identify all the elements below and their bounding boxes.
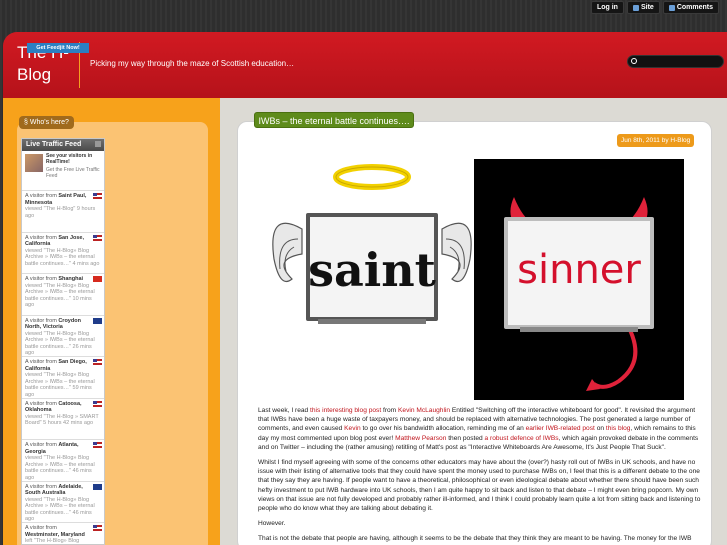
flag-icon — [93, 317, 102, 324]
blog-tagline: Picking my way through the maze of Scott… — [90, 59, 295, 68]
visit-prefix: A visitor from — [25, 193, 57, 199]
visit-time: 5 hours 42 mins ago — [43, 420, 94, 426]
visit-location: A visitor from Saint Paul, Minnesota — [25, 193, 102, 206]
visit-location: A visitor from Westminster, Maryland — [25, 525, 102, 538]
promo-title: See your visitors in RealTime! — [46, 153, 93, 165]
visit-page: viewed "The H-Blog» Blog Archive » IWBs … — [25, 497, 102, 523]
post-date-badge: Jun 8th, 2011 by H-Blog — [617, 134, 695, 147]
visit-list: A visitor from Saint Paul, Minnesota view… — [22, 191, 104, 544]
post-paragraph-2: Whilst I find myself agreeing with some … — [258, 459, 701, 513]
visit-prefix: A visitor from — [25, 359, 57, 365]
visit-list-item[interactable]: A visitor from Saint Paul, Minnesota view… — [22, 191, 104, 233]
flag-icon — [93, 525, 102, 531]
flag-icon — [93, 359, 102, 365]
visit-place: Westminster, Maryland — [25, 531, 85, 538]
sinner-whiteboard-image: sinner — [474, 159, 684, 400]
comments-icon — [668, 4, 675, 11]
visit-prefix: A visitor from — [25, 483, 57, 490]
post-title[interactable]: IWBs – the eternal battle continues…. — [254, 112, 414, 128]
visit-location: A visitor from San Jose, California — [25, 235, 102, 248]
feed-title: Live Traffic Feed — [26, 141, 82, 148]
feed-close-icon[interactable] — [95, 141, 101, 147]
link-robust-defence[interactable]: a robust defence of IWBs — [485, 435, 559, 442]
visit-list-item[interactable]: A visitor from Westminster, Maryland left… — [22, 523, 104, 544]
visit-page: viewed "The H-Blog" 9 hours ago — [25, 206, 102, 219]
visit-page: left "The H-Blog» Blog — [25, 538, 102, 544]
post-paragraph-3: However. — [258, 520, 286, 528]
comments-label: Comments — [676, 4, 713, 11]
visit-prefix: A visitor from — [25, 234, 57, 241]
top-links: Log in Site Comments — [590, 1, 719, 14]
visit-prefix: A visitor from — [25, 276, 57, 282]
visit-page: viewed "The H-Blog» Blog Archive » IWBs … — [25, 372, 102, 398]
visit-prefix: A visitor from — [25, 317, 57, 324]
live-traffic-feed: Live Traffic Feed See your visitors in R… — [21, 138, 105, 545]
visit-page: viewed "The H-Blog » SMART Board" 5 hour… — [25, 414, 102, 427]
flag-icon — [93, 442, 102, 448]
whos-here-heading: § Who's here? — [19, 116, 74, 129]
link-kevin[interactable]: Kevin — [344, 425, 361, 432]
visit-page: viewed "The H-Blog» Blog Archive » IWBs … — [25, 331, 102, 357]
visit-location: A visitor from Catoosa, Oklahoma — [25, 401, 102, 414]
visit-prefix: A visitor from — [25, 442, 57, 448]
link-earlier-post[interactable]: earlier IWB-related post — [526, 425, 595, 432]
search-icon — [631, 58, 637, 64]
visit-list-item[interactable]: A visitor from Atlanta, Georgia viewed "T… — [22, 440, 104, 482]
visit-list-item[interactable]: A visitor from San Diego, California view… — [22, 357, 104, 399]
comments-button[interactable]: Comments — [662, 1, 719, 14]
link-interesting-post[interactable]: this interesting blog post — [310, 407, 381, 414]
post-text: on — [594, 425, 606, 433]
promo-subtitle[interactable]: Get the Free Live Traffic Feed — [46, 167, 104, 179]
visit-list-item[interactable]: A visitor from Croydon North, Victoria vi… — [22, 316, 104, 357]
visit-location: A visitor from Croydon North, Victoria — [25, 318, 102, 331]
visit-page: viewed "The H-Blog» Blog Archive » IWBs … — [25, 283, 102, 309]
visit-list-item[interactable]: A visitor from Shanghai viewed "The H-Blo… — [22, 274, 104, 316]
post-text: from — [381, 407, 399, 414]
search-input[interactable] — [627, 55, 724, 68]
post-text: Last week, I read — [258, 407, 311, 414]
site-button[interactable]: Site — [626, 1, 660, 14]
visit-prefix: A visitor from — [25, 400, 57, 407]
visit-list-item[interactable]: A visitor from San Jose, California viewe… — [22, 233, 104, 274]
link-matthew-pearson[interactable]: Matthew Pearson — [395, 435, 446, 442]
get-feedjit-button[interactable]: Get Feedjit Now! — [27, 43, 89, 53]
top-bar: Log in Site Comments — [0, 0, 727, 30]
visit-prefix: A visitor from — [25, 525, 57, 531]
post-paragraph-4: That is not the debate that people are h… — [258, 535, 692, 543]
post-text: then posted — [446, 434, 485, 442]
post-paragraph-1: Last week, I read this interesting blog … — [258, 406, 705, 452]
flag-icon — [93, 483, 102, 490]
site-label: Site — [640, 4, 654, 11]
link-kevin-mclaughlin[interactable]: Kevin McLaughlin — [398, 407, 450, 414]
flag-icon — [93, 276, 102, 282]
flag-icon — [93, 400, 102, 407]
saint-whiteboard-image: saint — [272, 164, 472, 324]
saint-word: saint — [308, 243, 437, 297]
site-icon — [632, 4, 639, 11]
visit-location: A visitor from Adelaide, South Australia — [25, 484, 102, 497]
visit-location: A visitor from San Diego, California — [25, 359, 102, 372]
link-this-blog[interactable]: this blog — [606, 425, 631, 432]
visit-page-text: viewed "The H-Blog" — [25, 206, 76, 212]
visit-place: Shanghai — [58, 276, 84, 282]
site-header: The H-Blog Picking my way through the ma… — [3, 32, 727, 98]
flag-icon — [93, 193, 102, 199]
visit-list-item[interactable]: A visitor from Catoosa, Oklahoma viewed "… — [22, 399, 104, 440]
flag-icon — [93, 234, 102, 241]
visit-page: viewed "The H-Blog» Blog Archive » IWBs … — [25, 455, 102, 481]
post-text: to go over his bandwidth allocation, rem… — [360, 425, 526, 433]
visit-location: A visitor from Atlanta, Georgia — [25, 442, 102, 455]
visit-time: 4 mins ago — [72, 260, 100, 267]
login-button[interactable]: Log in — [590, 1, 624, 14]
sinner-word: sinner — [517, 247, 641, 293]
feed-promo: See your visitors in RealTime! Get the F… — [22, 151, 104, 191]
visit-page-text: left "The H-Blog» Blog — [25, 538, 80, 544]
post-body: Last week, I read this interesting blog … — [258, 406, 705, 545]
feed-header: Live Traffic Feed — [22, 139, 104, 151]
visit-page: viewed "The H-Blog» Blog Archive » IWBs … — [25, 248, 102, 268]
visit-list-item[interactable]: A visitor from Adelaide, South Australia… — [22, 482, 104, 523]
promo-avatar — [25, 154, 43, 172]
login-label: Log in — [596, 4, 618, 11]
